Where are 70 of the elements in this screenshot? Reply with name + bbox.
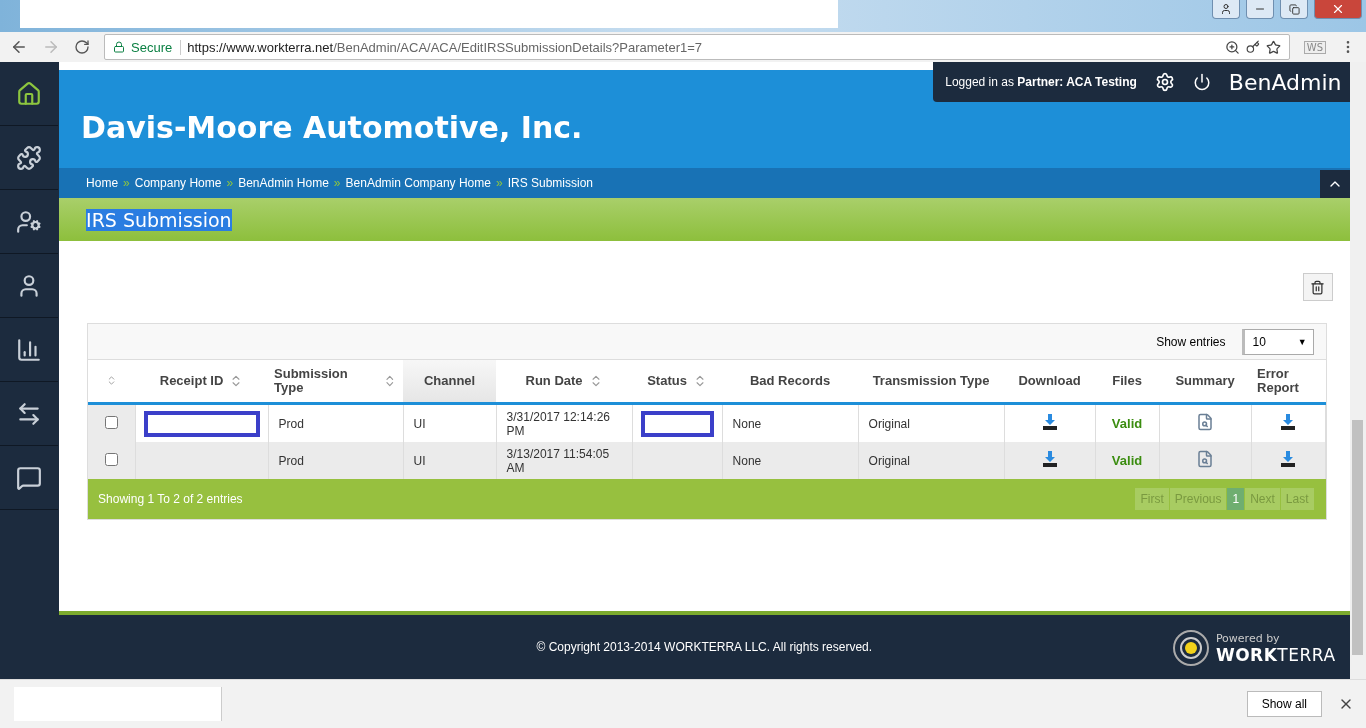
summary-icon[interactable] [1196,450,1215,468]
table-cell: None [732,416,762,431]
lock-icon [113,41,125,53]
row-checkbox[interactable] [104,452,118,466]
puzzle-icon [16,144,42,171]
login-text: Logged in as Partner: ACA Testing [945,75,1137,89]
file-status: Valid [1111,453,1143,468]
page-title: IRS Submission [86,208,232,231]
app-name: BenAdmin [1228,69,1342,95]
breadcrumb-link[interactable]: BenAdmin Company Home [345,176,491,190]
breadcrumb-link[interactable]: Home [86,176,119,190]
table-cell: Prod [278,416,304,431]
page-size-select[interactable]: 10 ▼ [1241,328,1314,355]
download-icon[interactable] [1281,414,1296,430]
table-cell: None [732,453,762,468]
table-cell: 3/13/2017 11:54:05 AM [506,446,610,475]
trash-icon [1310,279,1326,295]
powered-by-text: Powered by [1215,631,1281,645]
minimize-button[interactable] [1246,0,1274,19]
collapse-button[interactable] [1319,170,1350,198]
bar-chart-icon [16,336,42,363]
breadcrumb-separator: » [495,176,503,190]
table-cell: Original [868,453,910,468]
download-icon[interactable] [1042,451,1057,467]
home-icon [16,80,42,107]
back-icon[interactable] [10,38,28,56]
company-name: Davis-Moore Automotive, Inc. [81,109,583,145]
download-icon[interactable] [1042,414,1057,430]
chat-icon [16,464,42,491]
table-cell: Prod [278,453,304,468]
table-cell: Original [868,416,910,431]
table-cell: UI [413,453,426,468]
column-header[interactable]: Submission Type [268,360,404,404]
breadcrumb-link[interactable]: Company Home [134,176,222,190]
delete-button[interactable] [1302,273,1333,301]
table-cell: UI [413,416,426,431]
profile-button[interactable] [1212,0,1240,19]
column-header[interactable]: Run Date [496,360,633,404]
summary-icon[interactable] [1196,413,1215,431]
secure-label: Secure [131,39,182,55]
arrows-icon [16,400,42,427]
breadcrumb-separator: » [333,176,341,190]
settings-icon[interactable] [1154,72,1175,92]
breadcrumb-separator: » [123,176,130,190]
key-icon[interactable] [1245,40,1260,54]
target-logo-icon [1171,629,1210,667]
table-cell: 3/31/2017 12:14:26 PM [506,409,610,438]
row-checkbox[interactable] [104,415,118,429]
show-all-button[interactable]: Show all [1246,691,1322,717]
breadcrumb-link[interactable]: BenAdmin Home [238,176,329,190]
person-icon [1220,3,1232,15]
breadcrumb-link[interactable]: IRS Submission [507,176,593,190]
url-text: https://www.workterra.net/BenAdmin/ACA/ACA/EditIRSSubmissionDetails?Parameter1=7 [187,39,703,55]
power-icon[interactable] [1192,73,1211,91]
breadcrumb-separator: » [226,176,234,190]
show-entries-label: Show entries [1156,334,1226,349]
address-bar[interactable]: Secure https://www.workterra.net/BenAdmin/ACA/ACA/EditIRSSubmissionDetails?Parameter1=7 [104,34,1290,60]
user-gear-icon [16,208,42,235]
brand-name: WORKTERRA [1215,644,1336,665]
zoom-icon[interactable] [1224,39,1240,55]
copyright-text: © Copyright 2013-2014 WORKTERRA LLC. All rights reserved. [536,640,873,654]
file-status: Valid [1111,416,1143,431]
column-header[interactable]: Channel [403,360,497,404]
reload-icon[interactable] [74,39,90,55]
close-icon [1331,2,1345,16]
restore-button[interactable] [1280,0,1308,19]
entries-info: Showing 1 To 2 of 2 entries [98,492,243,506]
download-icon[interactable] [1281,451,1296,467]
restore-icon [1288,3,1300,15]
star-icon[interactable] [1265,39,1281,55]
